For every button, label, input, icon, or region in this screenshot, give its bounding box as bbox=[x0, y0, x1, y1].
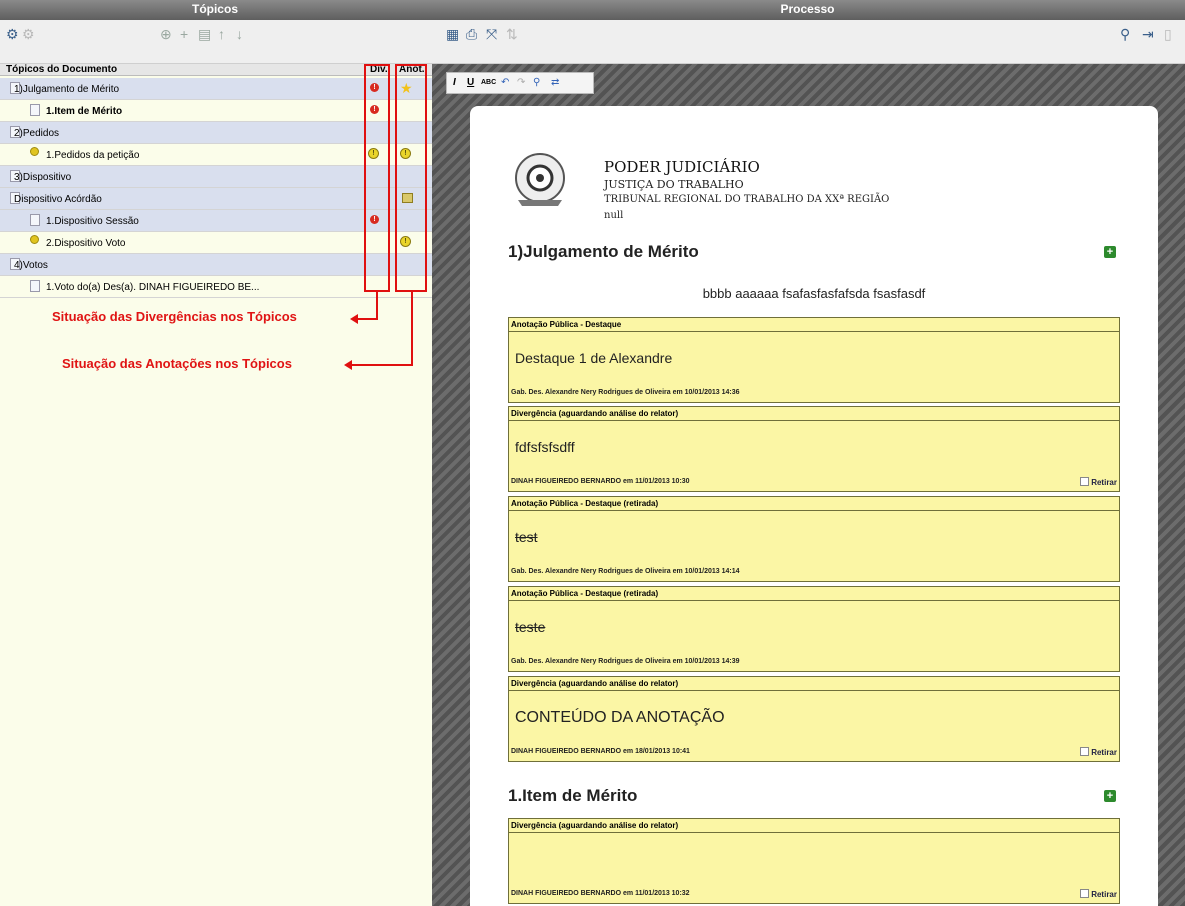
div-callout-label: Situação das Divergências nos Tópicos bbox=[52, 309, 297, 324]
document-icon bbox=[30, 214, 40, 226]
link-icon[interactable]: ⇅ bbox=[506, 26, 518, 42]
format-toolbar: I U ABC ↶ ↷ ⚲ ⇄ bbox=[446, 72, 594, 94]
topic-label: Dispositivo Acórdão bbox=[14, 194, 102, 205]
annotation-header: Anotação Pública - Destaque (retirada) bbox=[509, 497, 1119, 511]
annotation-content: CONTEÚDO DA ANOTAÇÃO bbox=[515, 709, 725, 726]
retirar-checkbox[interactable]: Retirar bbox=[1080, 477, 1117, 487]
anot-column-highlight bbox=[395, 64, 427, 292]
annotation-header: Divergência (aguardando análise do relat… bbox=[509, 819, 1119, 833]
div-column-highlight bbox=[364, 64, 390, 292]
export-icon[interactable]: ⇥ bbox=[1142, 26, 1154, 42]
find-icon[interactable]: ⚲ bbox=[533, 77, 540, 88]
anot-arrow-icon bbox=[344, 360, 352, 370]
topic-label: 1.Dispositivo Sessão bbox=[46, 216, 139, 227]
topic-label: 1.Pedidos da petição bbox=[46, 150, 140, 161]
annotation-card: Divergência (aguardando análise do relat… bbox=[508, 406, 1120, 492]
annotation-header: Divergência (aguardando análise do relat… bbox=[509, 677, 1119, 691]
div-arrow-icon bbox=[350, 314, 358, 324]
section-body: bbbb aaaaaa fsafasfasfafsda fsasfasdf bbox=[702, 286, 926, 301]
annotation-header: Anotação Pública - Destaque (retirada) bbox=[509, 587, 1119, 601]
spellcheck-icon[interactable]: ABC bbox=[481, 79, 496, 86]
annotation-card: Anotação Pública - Destaque (retirada) t… bbox=[508, 586, 1120, 672]
gear-small-icon[interactable]: ⚙ bbox=[22, 26, 35, 42]
bulb-icon bbox=[30, 235, 39, 244]
annotation-card: Anotação Pública - Destaque (retirada) t… bbox=[508, 496, 1120, 582]
underline-icon[interactable]: U bbox=[467, 77, 474, 88]
topic-label: 2.Dispositivo Voto bbox=[46, 238, 126, 249]
annotation-card: Anotação Pública - Destaque Destaque 1 d… bbox=[508, 317, 1120, 403]
move-down-icon[interactable]: ↓ bbox=[236, 26, 243, 42]
anot-connector-horizontal bbox=[350, 364, 413, 366]
toolbar: ⚙ ⚙ ⊕ + ▤ ↑ ↓ ▦ ⎙ ⤧ ⇅ ⚲ ⇥ ▯ bbox=[0, 20, 1185, 64]
annotation-footer: DINAH FIGUEIREDO BERNARDO em 11/01/2013 … bbox=[511, 478, 690, 485]
retirar-checkbox[interactable]: Retirar bbox=[1080, 747, 1117, 757]
annotation-content: fdfsfsfsdff bbox=[515, 439, 575, 455]
org-null: null bbox=[604, 210, 624, 221]
topic-label: 3)Dispositivo bbox=[14, 172, 72, 183]
document-page: PODER JUDICIÁRIO JUSTIÇA DO TRABALHO TRI… bbox=[470, 106, 1158, 906]
document-icon bbox=[30, 280, 40, 292]
process-panel-title: Processo bbox=[780, 2, 835, 16]
search-icon[interactable]: ⚲ bbox=[1120, 26, 1130, 42]
topic-label: 4)Votos bbox=[14, 260, 48, 271]
add-topic-icon[interactable]: ⊕ bbox=[160, 26, 172, 42]
div-connector-horizontal bbox=[356, 318, 378, 320]
annotation-header: Anotação Pública - Destaque bbox=[509, 318, 1119, 332]
page-icon[interactable]: ▯ bbox=[1164, 26, 1172, 42]
app-window: Tópicos Processo ⚙ ⚙ ⊕ + ▤ ↑ ↓ ▦ ⎙ ⤧ ⇅ ⚲… bbox=[0, 0, 1185, 906]
redo-icon[interactable]: ↷ bbox=[517, 77, 525, 88]
annotation-footer: Gab. Des. Alexandre Nery Rodrigues de Ol… bbox=[511, 568, 740, 575]
print-icon[interactable]: ⎙ bbox=[466, 26, 477, 42]
anot-callout-label: Situação das Anotações nos Tópicos bbox=[62, 356, 292, 371]
coat-of-arms-icon bbox=[515, 153, 565, 206]
org-title: PODER JUDICIÁRIO bbox=[604, 158, 760, 176]
annotation-footer: DINAH FIGUEIREDO BERNARDO em 11/01/2013 … bbox=[511, 890, 690, 897]
undo-icon[interactable]: ↶ bbox=[501, 77, 509, 88]
title-bar: Tópicos Processo bbox=[0, 0, 1185, 20]
retirar-checkbox[interactable]: Retirar bbox=[1080, 889, 1117, 899]
italic-icon[interactable]: I bbox=[453, 77, 456, 88]
retirar-label: Retirar bbox=[1091, 748, 1117, 757]
bulb-icon bbox=[30, 147, 39, 156]
section-title: 1)Julgamento de Mérito bbox=[508, 242, 699, 261]
retirar-label: Retirar bbox=[1091, 890, 1117, 899]
delete-icon[interactable]: ▤ bbox=[198, 26, 211, 42]
annotation-card: Divergência (aguardando análise do relat… bbox=[508, 818, 1120, 904]
document-icon bbox=[30, 104, 40, 116]
retirar-label: Retirar bbox=[1091, 478, 1117, 487]
topic-label: 1.Voto do(a) Des(a). DINAH FIGUEIREDO BE… bbox=[46, 282, 260, 293]
column-topics: Tópicos do Documento bbox=[6, 64, 118, 75]
div-connector-vertical bbox=[376, 292, 378, 320]
add-annotation-icon[interactable]: + bbox=[1104, 246, 1116, 258]
topics-panel-title: Tópicos bbox=[191, 2, 238, 16]
annotation-header: Divergência (aguardando análise do relat… bbox=[509, 407, 1119, 421]
add-annotation-icon[interactable]: + bbox=[1104, 790, 1116, 802]
expand-icon[interactable]: ⤧ bbox=[486, 26, 497, 42]
annotation-footer: Gab. Des. Alexandre Nery Rodrigues de Ol… bbox=[511, 389, 740, 396]
move-up-icon[interactable]: ↑ bbox=[218, 26, 225, 42]
org-subtitle: JUSTIÇA DO TRABALHO bbox=[604, 178, 744, 191]
annotation-content: Destaque 1 de Alexandre bbox=[515, 350, 673, 366]
annotation-content: teste bbox=[515, 619, 546, 635]
document-area: I U ABC ↶ ↷ ⚲ ⇄ PODER JUDICIÁRIO JUSTIÇA… bbox=[432, 64, 1185, 906]
topics-panel: Tópicos do Documento Div. Anot. 1)Julgam… bbox=[0, 64, 432, 906]
annotation-content: test bbox=[515, 529, 538, 545]
anot-connector-vertical bbox=[411, 292, 413, 366]
topic-label: 1)Julgamento de Mérito bbox=[14, 84, 120, 95]
add-icon[interactable]: + bbox=[180, 26, 188, 42]
section-title: 1.Item de Mérito bbox=[508, 786, 638, 805]
annotation-footer: Gab. Des. Alexandre Nery Rodrigues de Ol… bbox=[511, 658, 740, 665]
org-tribunal: TRIBUNAL REGIONAL DO TRABALHO DA XXª REG… bbox=[604, 194, 890, 205]
gear-icon[interactable]: ⚙ bbox=[6, 26, 19, 42]
topic-label: 1.Item de Mérito bbox=[46, 106, 123, 117]
topic-label: 2)Pedidos bbox=[14, 128, 60, 139]
annotation-card: Divergência (aguardando análise do relat… bbox=[508, 676, 1120, 762]
replace-icon[interactable]: ⇄ bbox=[551, 77, 559, 88]
annotation-footer: DINAH FIGUEIREDO BERNARDO em 18/01/2013 … bbox=[511, 748, 690, 755]
save-icon[interactable]: ▦ bbox=[446, 26, 459, 42]
